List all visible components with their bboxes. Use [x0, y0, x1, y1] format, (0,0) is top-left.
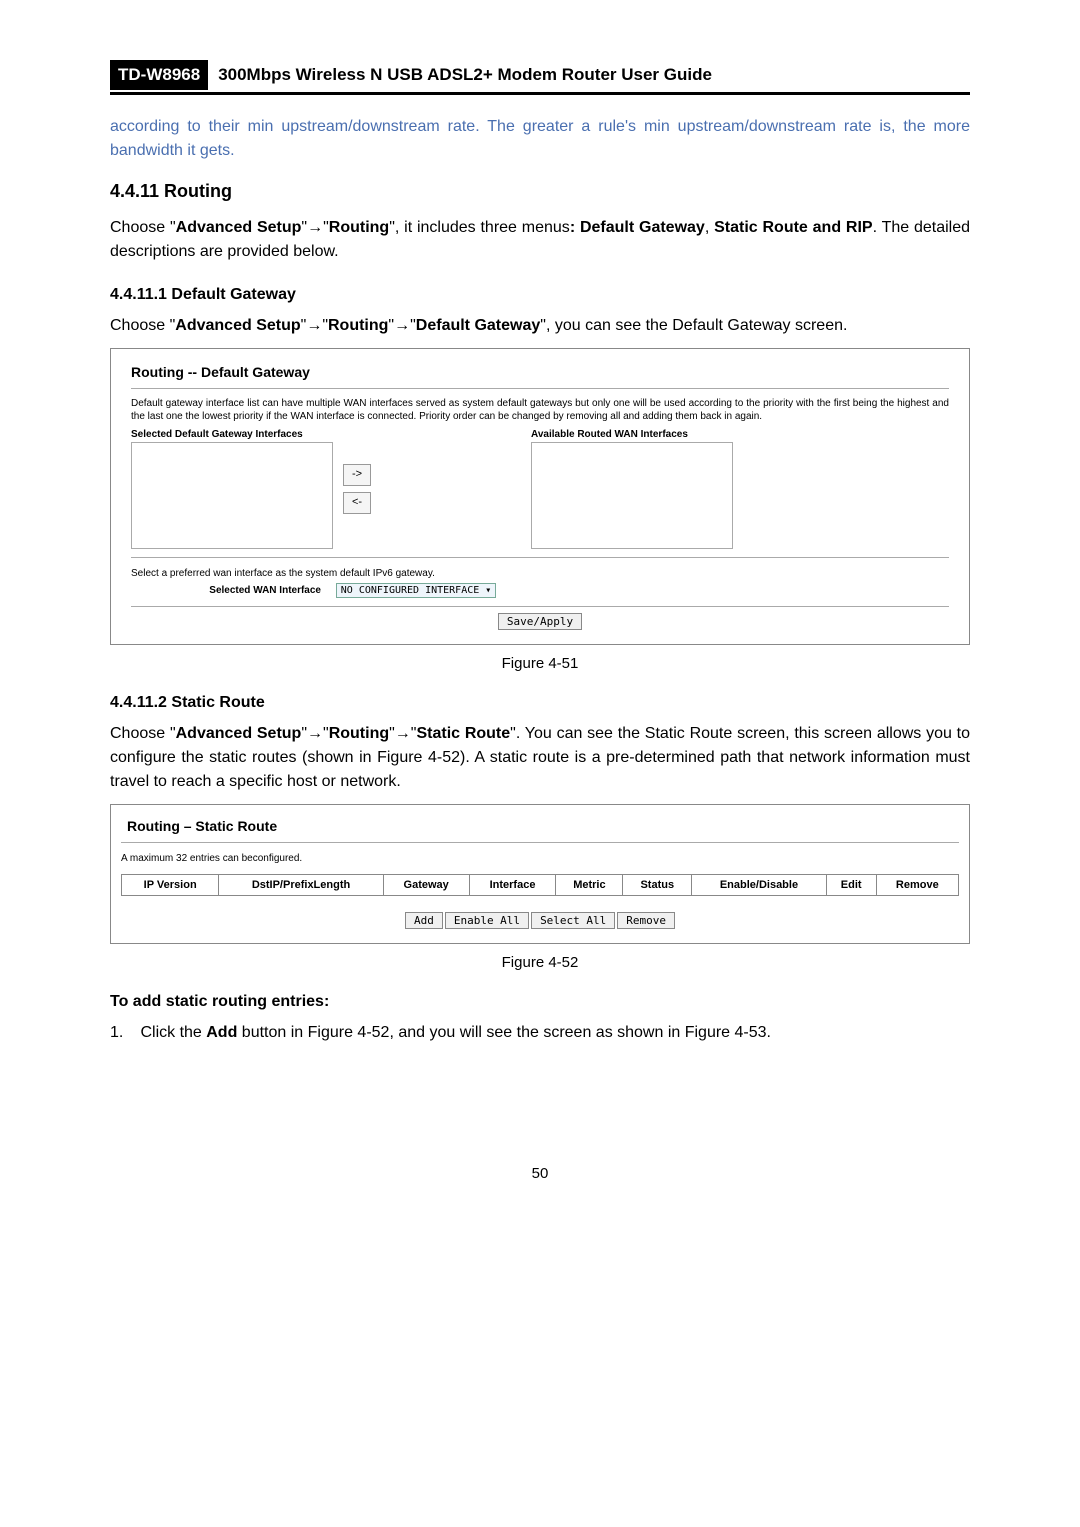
text: Click the — [140, 1024, 206, 1041]
text: Routing — [329, 725, 389, 742]
static-route-heading: 4.4.11.2 Static Route — [110, 694, 970, 712]
col-status: Status — [623, 875, 692, 896]
header-model: TD-W8968 — [110, 60, 208, 90]
col-metric: Metric — [556, 875, 623, 896]
col-dstip: DstIP/PrefixLength — [219, 875, 383, 896]
figure-caption-52: Figure 4-52 — [110, 954, 970, 971]
text: "→" — [301, 725, 328, 742]
max-entries-note: A maximum 32 entries can beconfigured. — [121, 853, 959, 864]
add-entries-step1: 1. Click the Add button in Figure 4-52, … — [110, 1021, 970, 1045]
text: : Default Gateway — [570, 219, 705, 236]
text: Choose " — [110, 317, 175, 334]
add-entries-heading: To add static routing entries: — [110, 993, 970, 1011]
save-apply-button[interactable]: Save/Apply — [498, 613, 582, 630]
text: Advanced Setup — [176, 219, 302, 236]
text: ", you can see the Default Gateway scree… — [540, 317, 847, 334]
figure-description: Default gateway interface list can have … — [131, 397, 949, 423]
ipv6-note: Select a preferred wan interface as the … — [131, 568, 949, 579]
col-enable-disable: Enable/Disable — [692, 875, 827, 896]
divider — [131, 557, 949, 558]
figure-title: Routing – Static Route — [127, 818, 959, 834]
page-header: TD-W8968 300Mbps Wireless N USB ADSL2+ M… — [110, 60, 970, 95]
page-number: 50 — [110, 1165, 970, 1182]
selected-wan-dropdown[interactable]: NO CONFIGURED INTERFACE ▾ — [336, 583, 497, 598]
text: Advanced Setup — [175, 317, 300, 334]
text: Choose " — [110, 219, 176, 236]
figure-default-gateway: Routing -- Default Gateway Default gatew… — [110, 348, 970, 645]
col-interface: Interface — [469, 875, 556, 896]
col-gateway: Gateway — [383, 875, 469, 896]
add-button[interactable]: Add — [405, 912, 443, 929]
text: Advanced Setup — [176, 725, 302, 742]
text: Static Route — [416, 725, 510, 742]
list-number: 1. — [110, 1021, 136, 1045]
divider — [131, 606, 949, 607]
routing-intro: Choose "Advanced Setup"→"Routing", it in… — [110, 216, 970, 264]
figure-static-route: Routing – Static Route A maximum 32 entr… — [110, 804, 970, 944]
col-edit: Edit — [826, 875, 876, 896]
figure-title: Routing -- Default Gateway — [131, 364, 949, 380]
static-route-intro: Choose "Advanced Setup"→"Routing"→"Stati… — [110, 722, 970, 794]
divider — [121, 842, 959, 843]
text: Routing — [328, 317, 388, 334]
text: button in Figure 4-52, and you will see … — [237, 1024, 771, 1041]
remove-button[interactable]: Remove — [617, 912, 675, 929]
text: "→" — [301, 317, 328, 334]
text: Routing — [329, 219, 389, 236]
move-right-button[interactable]: -> — [343, 464, 371, 486]
qos-note: according to their min upstream/downstre… — [110, 115, 970, 163]
selected-wan-label: Selected WAN Interface — [131, 585, 321, 596]
move-left-button[interactable]: <- — [343, 492, 371, 514]
select-all-button[interactable]: Select All — [531, 912, 615, 929]
enable-all-button[interactable]: Enable All — [445, 912, 529, 929]
default-gateway-heading: 4.4.11.1 Default Gateway — [110, 286, 970, 304]
text: , — [705, 219, 714, 236]
selected-interfaces-label: Selected Default Gateway Interfaces — [131, 429, 333, 440]
divider — [131, 388, 949, 389]
default-gateway-intro: Choose "Advanced Setup"→"Routing"→"Defau… — [110, 314, 970, 338]
text: ", it includes three menus — [389, 219, 570, 236]
text: "→" — [388, 317, 415, 334]
text: "→" — [389, 725, 416, 742]
text: Default Gateway — [416, 317, 540, 334]
text: "→" — [301, 219, 328, 236]
text: Static Route and RIP — [714, 219, 872, 236]
static-route-table: IP Version DstIP/PrefixLength Gateway In… — [121, 874, 959, 896]
figure-caption-51: Figure 4-51 — [110, 655, 970, 672]
header-title: 300Mbps Wireless N USB ADSL2+ Modem Rout… — [208, 60, 722, 90]
available-interfaces-label: Available Routed WAN Interfaces — [531, 429, 733, 440]
section-heading-routing: 4.4.11 Routing — [110, 181, 970, 202]
col-remove: Remove — [876, 875, 958, 896]
selected-interfaces-list[interactable] — [131, 442, 333, 549]
text: Add — [206, 1024, 237, 1041]
available-interfaces-list[interactable] — [531, 442, 733, 549]
col-ip-version: IP Version — [122, 875, 219, 896]
text: Choose " — [110, 725, 176, 742]
